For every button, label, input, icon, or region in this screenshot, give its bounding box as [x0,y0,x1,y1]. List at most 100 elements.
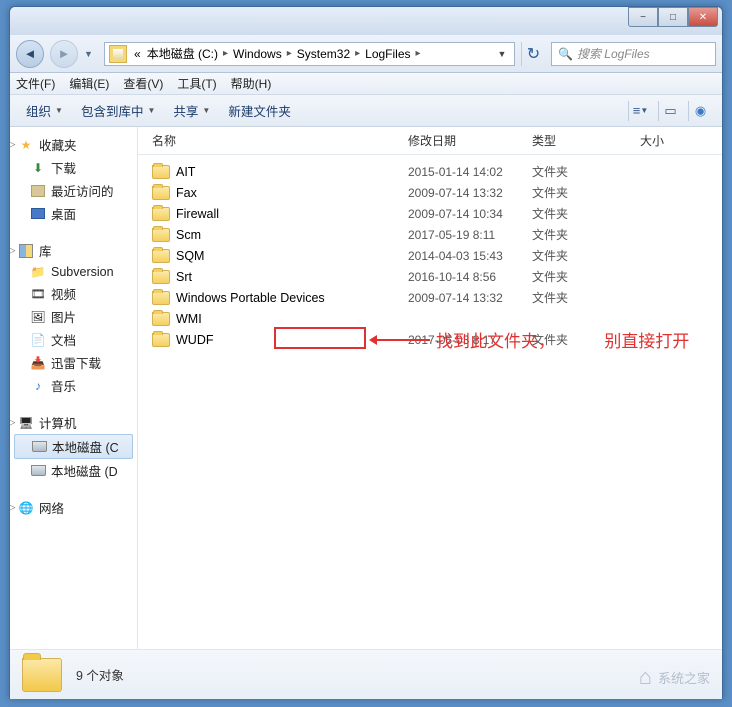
file-row[interactable]: WUDF2017-05-03 8:17文件夹 [138,329,722,350]
crumb-windows[interactable]: Windows [230,47,285,61]
sidebar-downloads[interactable]: ⬇下载 [10,156,137,179]
address-bar[interactable]: « 本地磁盘 (C:)▸ Windows▸ System32▸ LogFiles… [104,42,515,66]
file-type: 文件夹 [532,163,640,180]
sidebar-documents[interactable]: 📄文档 [10,328,137,351]
file-list[interactable]: 找到此文件夹， 14 1 别直接打开 AIT2015-01-14 14:02文件… [138,155,722,649]
column-type[interactable]: 类型 [532,132,640,149]
sidebar-libraries[interactable]: ▷库 [10,239,137,262]
folder-icon [152,249,170,263]
crumb-system32[interactable]: System32 [294,47,353,61]
disk-icon [30,463,46,479]
file-name: Scm [176,228,408,242]
sidebar-disk-d[interactable]: 本地磁盘 (D [10,459,137,482]
help-button[interactable]: ◉ [688,101,712,121]
sidebar-xunlei[interactable]: 📥迅雷下载 [10,351,137,374]
file-name: AIT [176,165,408,179]
file-row[interactable]: Firewall2009-07-14 10:34文件夹 [138,203,722,224]
file-name: WUDF [176,333,408,347]
file-date: 2017-05-19 8:11 [408,228,532,242]
drive-icon [109,45,127,63]
forward-button[interactable]: ► [50,40,78,68]
sidebar-recent[interactable]: 最近访问的 [10,179,137,202]
folder-icon: 📁 [30,264,46,280]
desktop-icon [30,206,46,222]
menu-help[interactable]: 帮助(H) [231,75,272,92]
file-name: WMI [176,312,408,326]
address-dropdown[interactable]: ▼ [494,49,510,59]
folder-icon [22,658,62,692]
search-input[interactable]: 🔍 搜索 LogFiles [551,42,716,66]
file-type: 文件夹 [532,205,640,222]
file-row[interactable]: Srt2016-10-14 8:56文件夹 [138,266,722,287]
file-list-pane: 名称 修改日期 类型 大小 找到此文件夹， 14 1 别直接打开 AIT2015… [138,127,722,649]
pictures-icon: 🖼 [30,309,46,325]
menu-edit[interactable]: 编辑(E) [69,75,109,92]
file-row[interactable]: Scm2017-05-19 8:11文件夹 [138,224,722,245]
file-type: 文件夹 [532,331,640,348]
crumb-overflow[interactable]: « [131,47,144,61]
file-row[interactable]: WMI [138,308,722,329]
sidebar-pictures[interactable]: 🖼图片 [10,305,137,328]
navigation-bar: ◄ ► ▼ « 本地磁盘 (C:)▸ Windows▸ System32▸ Lo… [10,35,722,73]
crumb-drive[interactable]: 本地磁盘 (C:) [144,45,221,62]
chevron-icon[interactable]: ▸ [353,48,362,59]
file-type: 文件夹 [532,289,640,306]
back-button[interactable]: ◄ [16,40,44,68]
folder-icon [152,207,170,221]
include-library-button[interactable]: 包含到库中▼ [75,99,161,122]
sidebar-video[interactable]: 🎞视频 [10,282,137,305]
menu-bar: 文件(F) 编辑(E) 查看(V) 工具(T) 帮助(H) [10,73,722,95]
sidebar-computer[interactable]: ▷🖥计算机 [10,411,137,434]
chevron-icon[interactable]: ▸ [414,48,423,59]
file-type: 文件夹 [532,268,640,285]
computer-icon: 🖥 [18,415,34,431]
status-item-count: 9 个对象 [76,665,124,684]
preview-pane-button[interactable]: ▭ [658,101,682,121]
file-name: Srt [176,270,408,284]
chevron-icon[interactable]: ▸ [285,48,294,59]
command-bar: 组织▼ 包含到库中▼ 共享▼ 新建文件夹 ≡ ▼ ▭ ◉ [10,95,722,127]
file-row[interactable]: Windows Portable Devices2009-07-14 13:32… [138,287,722,308]
column-headers: 名称 修改日期 类型 大小 [138,127,722,155]
column-name[interactable]: 名称 [152,132,408,149]
file-type: 文件夹 [532,226,640,243]
sidebar-music[interactable]: ♪音乐 [10,374,137,397]
sidebar-subversion[interactable]: 📁Subversion [10,262,137,282]
file-row[interactable]: SQM2014-04-03 15:43文件夹 [138,245,722,266]
close-button[interactable]: ✕ [688,7,718,27]
sidebar-desktop[interactable]: 桌面 [10,202,137,225]
maximize-button[interactable]: □ [658,7,688,27]
new-folder-button[interactable]: 新建文件夹 [222,99,297,122]
file-row[interactable]: Fax2009-07-14 13:32文件夹 [138,182,722,203]
crumb-logfiles[interactable]: LogFiles [362,47,413,61]
music-icon: ♪ [30,378,46,394]
file-name: SQM [176,249,408,263]
menu-view[interactable]: 查看(V) [123,75,163,92]
watermark-logo-icon: ⌂ [639,664,652,690]
file-date: 2015-01-14 14:02 [408,165,532,179]
file-date: 2009-07-14 10:34 [408,207,532,221]
menu-file[interactable]: 文件(F) [16,75,55,92]
history-dropdown[interactable]: ▼ [84,49,98,59]
column-size[interactable]: 大小 [640,132,722,149]
menu-tools[interactable]: 工具(T) [177,75,216,92]
file-date: 2016-10-14 8:56 [408,270,532,284]
file-type: 文件夹 [532,247,640,264]
download-icon: 📥 [30,355,46,371]
view-options-button[interactable]: ≡ ▼ [628,101,652,121]
column-date[interactable]: 修改日期 [408,132,532,149]
minimize-button[interactable]: − [628,7,658,27]
sidebar-favorites[interactable]: ▷★收藏夹 [10,133,137,156]
organize-button[interactable]: 组织▼ [20,99,69,122]
sidebar-network[interactable]: ▷🌐网络 [10,496,137,519]
folder-icon [152,312,170,326]
folder-icon [152,291,170,305]
chevron-icon[interactable]: ▸ [221,48,230,59]
refresh-button[interactable]: ↻ [521,42,545,66]
file-row[interactable]: AIT2015-01-14 14:02文件夹 [138,161,722,182]
disk-icon [31,439,47,455]
watermark-text: 系统之家 [658,668,710,687]
sidebar-disk-c[interactable]: 本地磁盘 (C [14,434,133,459]
folder-icon [152,270,170,284]
share-button[interactable]: 共享▼ [167,99,216,122]
